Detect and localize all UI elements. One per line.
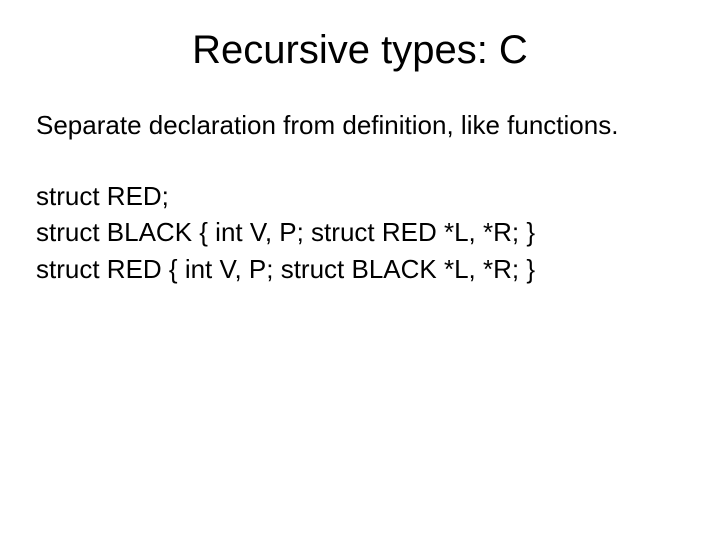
slide: Recursive types: C Separate declaration … <box>0 0 720 540</box>
code-line-3: struct RED { int V, P; struct BLACK *L, … <box>36 253 684 286</box>
intro-paragraph: Separate declaration from definition, li… <box>36 109 684 142</box>
code-line-1: struct RED; <box>36 180 684 213</box>
code-line-2: struct BLACK { int V, P; struct RED *L, … <box>36 216 684 249</box>
code-block: struct RED; struct BLACK { int V, P; str… <box>36 180 684 286</box>
slide-title: Recursive types: C <box>36 28 684 73</box>
